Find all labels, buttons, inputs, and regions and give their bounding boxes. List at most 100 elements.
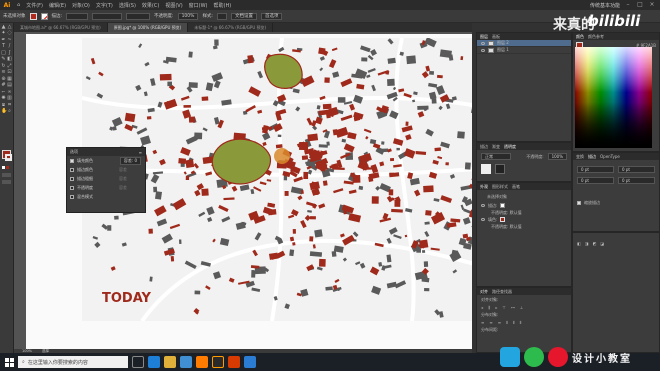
tab-gradient[interactable]: 渐变 (492, 144, 500, 150)
powerpoint-icon[interactable] (228, 356, 240, 368)
tab-pathfinder[interactable]: 路径查找器 (492, 289, 512, 295)
workspace-switcher[interactable]: 传统基本功能 (590, 2, 620, 9)
align-right-icon[interactable]: ⫸ (495, 305, 497, 310)
menu-effect[interactable]: 效果(C) (139, 2, 162, 9)
appearance-stroke-row[interactable]: 描边: (477, 202, 571, 209)
menu-file[interactable]: 文件(F) (23, 2, 46, 9)
default-colors-icon[interactable] (2, 166, 5, 169)
distribute-vcenter-icon[interactable]: ≡ (489, 320, 492, 325)
store-icon[interactable] (180, 356, 192, 368)
align-hcenter-icon[interactable]: ⫼ (488, 305, 490, 310)
opacity-input[interactable]: 100% (177, 12, 199, 20)
direct-selection-tool-icon[interactable]: △ (7, 24, 12, 30)
tab-color[interactable]: 颜色 (576, 34, 584, 40)
menu-help[interactable]: 帮助(H) (211, 2, 235, 9)
menu-select[interactable]: 选择(S) (116, 2, 139, 9)
slice-tool-icon[interactable]: ⌗ (7, 102, 12, 108)
distribute-right-icon[interactable]: ⦀ (520, 320, 522, 325)
file-explorer-icon[interactable] (164, 356, 176, 368)
tab-brushes[interactable]: 画笔 (512, 184, 520, 190)
pathfinder-intersect-icon[interactable]: ◩ (593, 241, 597, 246)
stroke-weight-dropdown[interactable] (66, 12, 89, 20)
menu-window[interactable]: 窗口(W) (186, 2, 211, 9)
shape-builder-tool-icon[interactable]: ⊕ (1, 76, 6, 82)
close-icon[interactable]: × (648, 2, 656, 8)
windows-start-icon[interactable] (0, 353, 18, 371)
align-top-icon[interactable]: ⊤ (502, 305, 505, 310)
tab-artboards[interactable]: 画板 (492, 34, 500, 40)
selection-tool-icon[interactable]: ▲ (1, 24, 6, 30)
appearance-fill-row[interactable]: 填色: (477, 216, 571, 223)
edge-browser-icon[interactable] (148, 356, 160, 368)
maximize-icon[interactable]: □ (636, 2, 644, 8)
screen-mode-icon[interactable] (2, 180, 11, 184)
visibility-eye-icon[interactable] (481, 41, 485, 45)
pathfinder-minus-icon[interactable]: ◨ (585, 241, 589, 246)
scale-strokes-checkbox[interactable] (577, 201, 581, 205)
brush-dropdown[interactable] (126, 12, 151, 20)
tab-document-2[interactable]: 原图.jpg* @ 100% (RGB/GPU 预览) (107, 23, 189, 32)
align-vcenter-icon[interactable]: ⊶ (511, 305, 515, 310)
tab-stroke[interactable]: 描边 (480, 144, 488, 150)
variable-width-dropdown[interactable] (92, 12, 123, 20)
field-x[interactable]: 0 pt (577, 166, 614, 173)
opacity-field[interactable]: 100% (547, 153, 567, 160)
fill-red-swatch[interactable] (500, 217, 506, 222)
artboard-tool-icon[interactable]: ⧈ (1, 102, 6, 108)
opacity-checkbox[interactable] (70, 185, 74, 190)
blend-mode-dropdown[interactable]: 正常 (481, 153, 511, 160)
lasso-tool-icon[interactable]: ◌ (7, 31, 12, 36)
menu-edit[interactable]: 编辑(E) (46, 2, 69, 9)
fill-swatch[interactable] (29, 12, 37, 20)
tab-appearance[interactable]: 外观 (480, 184, 488, 190)
tab-layers[interactable]: 图层 (480, 34, 488, 40)
stroke-swatch[interactable] (40, 12, 48, 20)
tab-align[interactable]: 对齐 (480, 289, 488, 295)
field-h[interactable]: 0 pt (618, 177, 655, 184)
illustrator-taskbar-icon[interactable] (196, 356, 208, 368)
magic-wand-tool-icon[interactable]: ✦ (1, 31, 6, 36)
menu-type[interactable]: 文字(T) (93, 2, 116, 9)
pencil-tool-icon[interactable]: ✎ (1, 57, 6, 62)
pen-tool-icon[interactable]: ✒ (1, 37, 6, 43)
preferences-button[interactable]: 首选项 (260, 12, 283, 20)
eyedropper-tool-icon[interactable]: ⌐ (1, 89, 6, 95)
mask-thumbnail[interactable] (495, 164, 505, 174)
pathfinder-unite-icon[interactable]: ◧ (577, 241, 581, 246)
field-w[interactable]: 0 pt (577, 177, 614, 184)
popup-menu-icon[interactable]: ≡ (139, 150, 142, 155)
stroke-color-checkbox[interactable] (70, 167, 74, 172)
tab-graphic-styles[interactable]: 图形样式 (492, 184, 508, 190)
perspective-grid-tool-icon[interactable]: ▦ (7, 76, 12, 82)
blend-tool-icon[interactable]: ∞ (7, 89, 12, 95)
width-tool-icon[interactable]: ≋ (1, 70, 6, 75)
eraser-tool-icon[interactable]: ◧ (7, 57, 12, 62)
stroke-none-swatch[interactable] (500, 203, 506, 208)
menu-view[interactable]: 视图(V) (162, 2, 185, 9)
tab-opentype[interactable]: OpenType (600, 154, 620, 159)
symbol-sprayer-tool-icon[interactable]: ✺ (1, 96, 6, 101)
style-dropdown[interactable] (216, 12, 227, 20)
draw-mode-icon[interactable] (2, 173, 11, 177)
gradient-tool-icon[interactable]: ▤ (7, 83, 12, 88)
tab-color-guide[interactable]: 颜色参考 (588, 34, 604, 40)
taskbar-search-box[interactable]: ⌕ 在这里输入你要搜索的内容 (18, 356, 128, 368)
rectangle-tool-icon[interactable]: □ (1, 50, 6, 56)
menu-object[interactable]: 对象(O) (69, 2, 93, 9)
mesh-tool-icon[interactable]: # (1, 83, 6, 88)
fill-color-checkbox[interactable] (70, 158, 74, 163)
distribute-left-icon[interactable]: ⦀ (506, 320, 508, 325)
zoom-tool-icon[interactable]: ⌕ (7, 109, 12, 114)
distribute-hcenter-icon[interactable]: ⦀ (513, 320, 515, 325)
color-spectrum-shading[interactable] (575, 47, 652, 148)
hand-tool-icon[interactable]: ✋ (1, 109, 7, 114)
visibility-eye-icon[interactable] (481, 48, 485, 52)
pathfinder-exclude-icon[interactable]: ◪ (600, 241, 604, 246)
field-y[interactable]: 0 pt (618, 166, 655, 173)
appearance-fill-opacity-row[interactable]: 不透明度: 默认值 (477, 223, 571, 230)
stroke-weight-checkbox[interactable] (70, 176, 74, 181)
minimize-icon[interactable]: – (624, 2, 632, 8)
scale-tool-icon[interactable]: ⤢ (7, 63, 12, 69)
stroke-color-swatch[interactable] (5, 154, 12, 161)
tab-stroke-properties[interactable]: 描边 (588, 154, 596, 160)
